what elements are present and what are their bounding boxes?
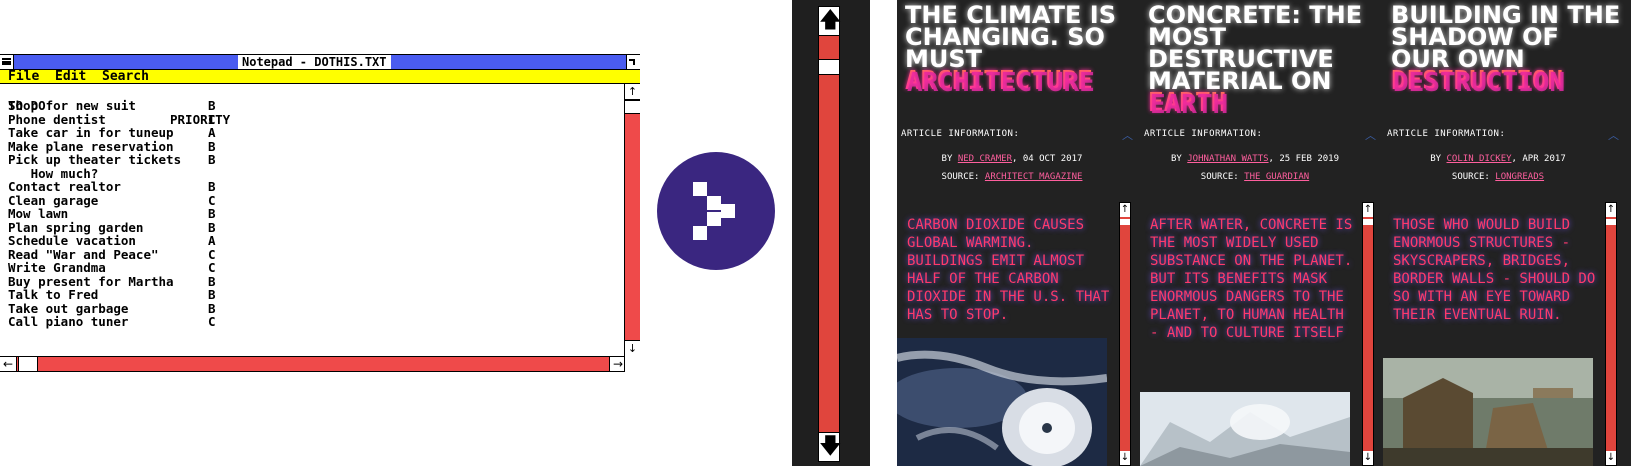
tall-scroll-down-icon[interactable]: 🡇 [819, 432, 842, 461]
ruins-painting-image [1383, 358, 1593, 466]
chevron-up-icon[interactable]: ︿ [1365, 127, 1376, 143]
title-bar[interactable]: Notepad - DOTHIS.TXT [0, 54, 640, 70]
article-info-label: ARTICLE INFORMATION: [901, 129, 1020, 139]
scroll-down-icon[interactable]: ↓ [1606, 451, 1616, 465]
title-highlight: EARTH [1148, 90, 1380, 116]
article-card: THE CLIMATE IS CHANGING. SO MUST ARCHITE… [897, 0, 1143, 466]
source-link[interactable]: LONGREADS [1495, 172, 1544, 182]
task-text: Take car in for tuneup [8, 125, 174, 140]
article-info-label: ARTICLE INFORMATION: [1144, 129, 1263, 139]
priority-text: B [208, 152, 216, 167]
vertical-scrollbar[interactable]: ↑ ↓ [624, 84, 640, 356]
article-scrollbar[interactable]: ↑ ↓ [1362, 202, 1374, 466]
byline: BY NED CRAMER, 04 OCT 2017 [941, 154, 1083, 164]
article-title[interactable]: BUILDING IN THE SHADOW OF OUR OWN DESTRU… [1391, 3, 1623, 94]
title-highlight: ARCHITECTURE [905, 68, 1137, 94]
chevron-up-icon[interactable]: ︿ [1608, 127, 1619, 143]
priority-text: A [208, 125, 216, 140]
title-highlight: DESTRUCTION [1391, 68, 1623, 94]
task-text: Call piano tuner [8, 314, 129, 329]
author-link[interactable]: NED CRAMER [958, 154, 1012, 164]
priority-text: C [208, 314, 216, 329]
articles-panel: THE CLIMATE IS CHANGING. SO MUST ARCHITE… [897, 0, 1631, 466]
article-title[interactable]: THE CLIMATE IS CHANGING. SO MUST ARCHITE… [905, 3, 1137, 94]
article-card: BUILDING IN THE SHADOW OF OUR OWN DESTRU… [1383, 0, 1629, 466]
article-scrollbar[interactable]: ↑ ↓ [1119, 202, 1131, 466]
byline: BY COLIN DICKEY, APR 2017 [1430, 154, 1566, 164]
source-line: SOURCE: ARCHITECT MAGAZINE [941, 172, 1083, 182]
chevron-up-icon[interactable]: ︿ [1122, 127, 1133, 143]
priority-text: C [208, 260, 216, 275]
scroll-up-icon[interactable]: ↑ [1120, 203, 1130, 217]
task-text: Mow lawn [8, 206, 69, 221]
article-title[interactable]: CONCRETE: THE MOST DESTRUCTIVE MATERIAL … [1148, 3, 1380, 116]
tall-scroll-thumb[interactable] [819, 59, 839, 75]
hscroll-thumb[interactable] [18, 357, 38, 371]
task-text: Shop for new suit [8, 98, 136, 113]
scroll-thumb[interactable] [1363, 219, 1373, 225]
menu-bar: File Edit Search [0, 70, 640, 84]
article-summary: CARBON DIOXIDE CAUSES GLOBAL WARMING. BU… [907, 217, 1110, 323]
system-menu-icon[interactable] [0, 55, 14, 69]
hurricane-image [897, 338, 1107, 466]
source-line: SOURCE: THE GUARDIAN [1200, 172, 1310, 182]
scroll-up-icon[interactable]: ↑ [625, 84, 640, 100]
priority-text: A [208, 233, 216, 248]
window-title: Notepad - DOTHIS.TXT [238, 55, 391, 69]
scroll-up-icon[interactable]: ↑ [1363, 203, 1373, 217]
menu-edit[interactable]: Edit [55, 70, 86, 84]
scroll-thumb[interactable] [1120, 219, 1130, 225]
source-link[interactable]: THE GUARDIAN [1244, 172, 1309, 182]
author-link[interactable]: JOHNATHAN WATTS [1187, 154, 1268, 164]
article-info-label: ARTICLE INFORMATION: [1387, 129, 1506, 139]
priority-text: B [208, 98, 216, 113]
scroll-down-icon[interactable]: ↓ [1363, 451, 1373, 465]
scroll-up-icon[interactable]: ↑ [1606, 203, 1616, 217]
priority-text: B [208, 287, 216, 302]
byline: BY JOHNATHAN WATTS, 25 FEB 2019 [1171, 154, 1339, 164]
source-line: SOURCE: LONGREADS [1451, 172, 1545, 182]
article-card: CONCRETE: THE MOST DESTRUCTIVE MATERIAL … [1140, 0, 1386, 466]
horizontal-scrollbar[interactable]: ← → [0, 356, 626, 372]
scroll-thumb[interactable] [625, 100, 640, 114]
author-link[interactable]: COLIN DICKEY [1447, 154, 1512, 164]
scroll-down-icon[interactable]: ↓ [1120, 451, 1130, 465]
source-link[interactable]: ARCHITECT MAGAZINE [985, 172, 1083, 182]
article-summary: THOSE WHO WOULD BUILD ENORMOUS STRUCTURE… [1393, 217, 1596, 323]
arrow-logo-icon [657, 152, 775, 270]
quarry-image [1140, 392, 1350, 466]
task-text: Schedule vacation [8, 233, 136, 248]
scroll-thumb[interactable] [1606, 219, 1616, 225]
size-box[interactable] [624, 356, 640, 372]
resize-icon[interactable] [626, 55, 640, 69]
task-text: Write Grandma [8, 260, 106, 275]
task-text: Contact realtor [8, 179, 121, 194]
article-summary: AFTER WATER, CONCRETE IS THE MOST WIDELY… [1150, 217, 1353, 341]
scrollbar-panel: 🡅 🡇 [792, 0, 870, 466]
tall-scroll-up-icon[interactable]: 🡅 [819, 7, 842, 36]
text-area[interactable]: TO DO PRIORITY Shop for new suit B Phone d… [0, 84, 626, 356]
header-priority: PRIORITY [170, 112, 231, 127]
scroll-left-icon[interactable]: ← [0, 357, 17, 371]
priority-text: B [208, 179, 216, 194]
tall-scrollbar[interactable]: 🡅 🡇 [818, 6, 842, 462]
priority-text: B [208, 206, 216, 221]
scroll-down-icon[interactable]: ↓ [625, 340, 640, 356]
menu-search[interactable]: Search [102, 70, 149, 84]
article-scrollbar[interactable]: ↑ ↓ [1605, 202, 1617, 466]
task-text: Pick up theater tickets [8, 152, 182, 167]
task-text: Talk to Fred [8, 287, 99, 302]
notepad-window: Notepad - DOTHIS.TXT File Edit Search TO… [0, 54, 640, 372]
menu-file[interactable]: File [8, 70, 39, 84]
